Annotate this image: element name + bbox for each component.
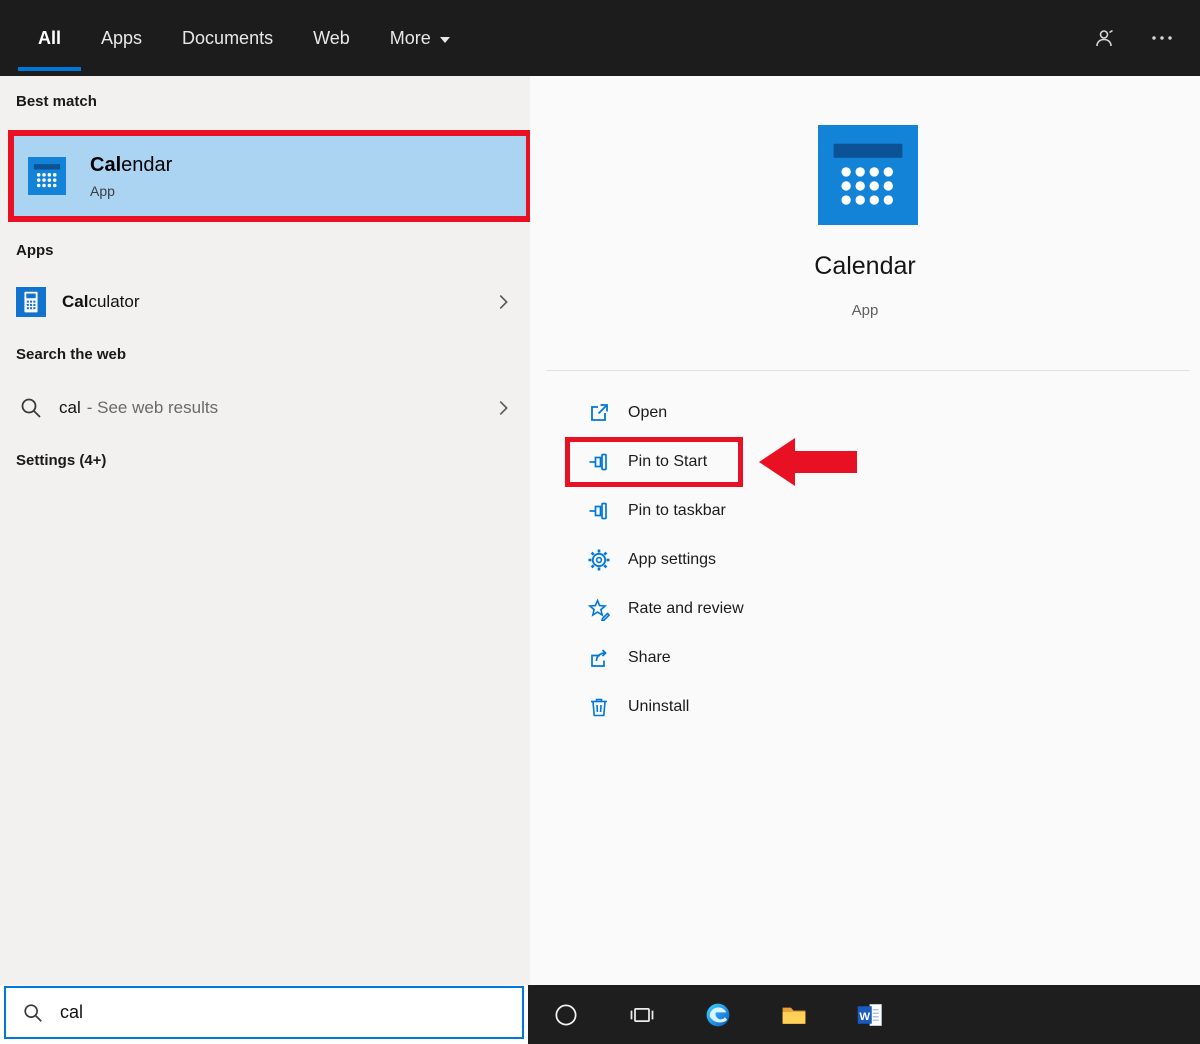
open-icon: [587, 401, 611, 425]
action-pin-to-taskbar[interactable]: Pin to taskbar: [530, 486, 1200, 535]
action-uninstall[interactable]: Uninstall: [530, 682, 1200, 731]
search-results-panel: Best match Calendar App Apps: [0, 76, 530, 985]
tab-web[interactable]: Web: [293, 0, 370, 76]
search-icon: [19, 396, 43, 420]
word-icon[interactable]: W: [856, 1001, 884, 1029]
filter-tabs: All Apps Documents Web More: [18, 0, 470, 76]
web-section-heading: Search the web: [16, 346, 126, 363]
search-icon: [22, 1002, 44, 1024]
context-actions: Open Pin to Start Pin to taskbar: [530, 388, 1200, 731]
chevron-down-icon: [440, 37, 450, 43]
best-match-result[interactable]: Calendar App: [8, 130, 532, 222]
tab-documents[interactable]: Documents: [162, 0, 293, 76]
action-rate-and-review[interactable]: Rate and review: [530, 584, 1200, 633]
rate-and-review-icon: [587, 597, 611, 621]
search-filter-bar: All Apps Documents Web More: [0, 0, 1200, 76]
result-calculator[interactable]: Calculator: [0, 281, 530, 323]
web-suffix-label: - See web results: [87, 398, 218, 418]
result-web-search[interactable]: cal - See web results: [0, 387, 530, 429]
topbar-actions: [1092, 0, 1174, 76]
pin-icon: [587, 450, 611, 474]
tab-more[interactable]: More: [370, 0, 470, 76]
chevron-right-icon[interactable]: [492, 397, 514, 419]
gear-icon: [587, 548, 611, 572]
chevron-right-icon[interactable]: [492, 291, 514, 313]
divider: [546, 370, 1190, 371]
task-view-icon[interactable]: [628, 1001, 656, 1029]
tab-all[interactable]: All: [18, 0, 81, 76]
windows-search-flyout: All Apps Documents Web More Best match: [0, 0, 1200, 1044]
action-app-settings[interactable]: App settings: [530, 535, 1200, 584]
best-match-title: Calendar: [90, 154, 172, 177]
apps-section-heading: Apps: [16, 242, 54, 259]
preview-app-name: Calendar: [530, 252, 1200, 281]
cortana-icon[interactable]: [552, 1001, 580, 1029]
calculator-label: Calculator: [62, 292, 140, 312]
best-match-heading: Best match: [16, 93, 97, 110]
best-match-text: Calendar App: [90, 154, 172, 199]
share-icon: [587, 646, 611, 670]
taskbar: W: [528, 985, 1200, 1044]
calendar-app-icon: [818, 125, 918, 225]
svg-text:W: W: [859, 1010, 870, 1022]
best-match-type: App: [90, 183, 172, 199]
taskbar-search-box[interactable]: [4, 986, 524, 1039]
result-preview-panel: Calendar App Open Pin to Start: [530, 76, 1200, 985]
action-share[interactable]: Share: [530, 633, 1200, 682]
action-pin-to-start[interactable]: Pin to Start: [530, 437, 1200, 486]
calendar-app-icon: [28, 157, 66, 195]
action-open[interactable]: Open: [530, 388, 1200, 437]
file-explorer-icon[interactable]: [780, 1001, 808, 1029]
web-query-label: cal: [59, 398, 81, 418]
edge-icon[interactable]: [704, 1001, 732, 1029]
trash-icon: [587, 695, 611, 719]
feedback-person-icon[interactable]: [1092, 26, 1116, 50]
pin-icon: [587, 499, 611, 523]
ellipsis-icon[interactable]: [1150, 26, 1174, 50]
calculator-app-icon: [16, 287, 46, 317]
preview-app-type: App: [530, 302, 1200, 319]
search-input[interactable]: [60, 1002, 506, 1023]
tab-apps[interactable]: Apps: [81, 0, 162, 76]
settings-section-heading: Settings (4+): [16, 452, 106, 469]
